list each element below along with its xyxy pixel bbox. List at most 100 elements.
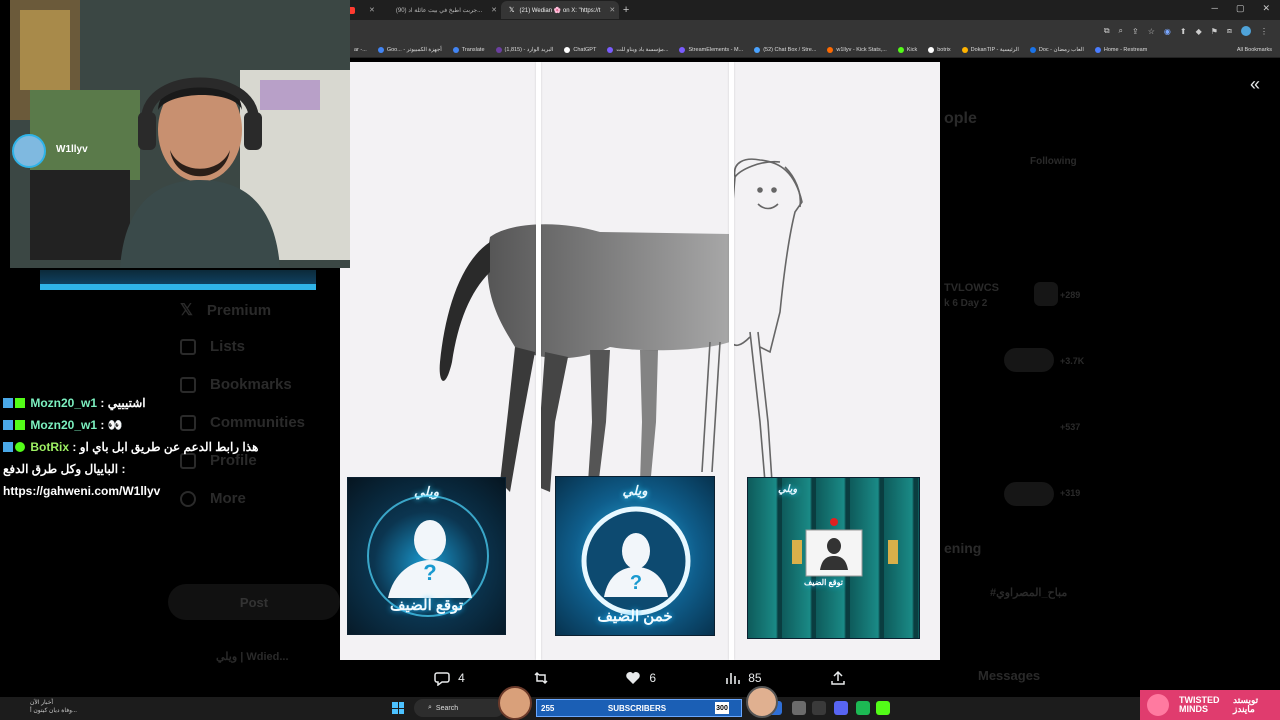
taskbar-search[interactable]: ⌕ Search: [414, 699, 504, 717]
menu-icon[interactable]: ⋮: [1260, 27, 1268, 36]
views-button[interactable]: 85: [724, 670, 762, 686]
bookmark-item[interactable]: (52) Chat Box / Stre...: [754, 46, 816, 53]
count-text: +537: [1060, 422, 1081, 432]
sponsor-banner: TWISTED MINDS تويستد مايندز: [1140, 690, 1280, 720]
spotify-icon[interactable]: [856, 701, 870, 715]
sub-badge-icon: [15, 420, 25, 430]
thumbnail-blur: [1034, 282, 1058, 306]
views-chart-icon: [726, 673, 741, 684]
extension-icon[interactable]: ⬆: [1180, 27, 1187, 36]
share-button[interactable]: [830, 670, 846, 686]
image-divider: [729, 62, 734, 660]
lists-icon: [180, 338, 196, 355]
messages-drawer[interactable]: Messages: [978, 668, 1040, 683]
puzzle-icon[interactable]: ⧈: [1227, 26, 1232, 36]
like-button[interactable]: 6: [625, 670, 656, 686]
bookmark-item[interactable]: مؤسسة باد ويناو للت...: [607, 46, 668, 53]
close-tab-icon[interactable]: ✕: [491, 6, 497, 14]
avatars-blur: [1004, 482, 1054, 506]
close-window-icon[interactable]: ✕: [1262, 3, 1270, 14]
account-name[interactable]: ويلي | Wdied...: [216, 650, 289, 663]
taskbar-app-icon[interactable]: [792, 701, 806, 715]
nav-bookmarks[interactable]: Bookmarks: [180, 376, 292, 393]
streamelements-icon: [679, 46, 686, 53]
bookmark-item[interactable]: ChatGPT: [564, 46, 596, 53]
taskbar-app-icon[interactable]: [876, 701, 890, 715]
guess-guest-thumbnail: ويلي ? توقع الضيف: [347, 477, 506, 635]
dokantip-icon: [961, 46, 968, 53]
chat-link[interactable]: https://gahweni.com/W1llyv: [3, 480, 338, 502]
browser-tab[interactable]: (90) جربت اطبخ في بيت عائلة اد... ✕: [383, 1, 501, 19]
close-tab-icon[interactable]: ✕: [609, 6, 615, 14]
chat-text: : 👀: [100, 418, 123, 432]
bookmarks-bar: ar -... Goo... - أجهزة الكمبيوتر Transla…: [340, 42, 1280, 58]
webcam-feed: W1llyv: [10, 0, 350, 268]
chat-message: Mozn20_w1 : اشتيييي: [3, 392, 338, 414]
subscriber-goal: 300: [715, 702, 729, 714]
windows-start-icon[interactable]: [392, 702, 404, 714]
chat-text: : اشتيييي: [100, 396, 146, 410]
new-tab-icon[interactable]: +: [623, 4, 629, 16]
extension-icon[interactable]: ◆: [1196, 27, 1202, 36]
bookmark-item[interactable]: w1llyv - Kick Stats,...: [827, 46, 887, 53]
guess-guest-thumbnail: ويلي توقع الضيف: [747, 477, 920, 639]
reply-button[interactable]: 4: [434, 670, 465, 686]
minimize-icon[interactable]: ─: [1212, 3, 1218, 14]
bookmark-item[interactable]: Goo... - أجهزة الكمبيوتر: [377, 46, 442, 53]
profile-avatar-icon[interactable]: [1241, 26, 1251, 36]
browser-toolbar: ⧉ ⌕ ⇪ ☆ ◉ ⬆ ◆ ⚑ ⧈ ⋮: [340, 20, 1280, 42]
sub-badge-icon: [15, 398, 25, 408]
close-tab-icon[interactable]: ✕: [369, 6, 375, 14]
docs-icon: [1029, 46, 1036, 53]
bookmark-item[interactable]: البريد الوارد - (1,815): [495, 46, 553, 53]
collapse-panel-icon[interactable]: «: [1250, 74, 1260, 95]
like-count: 6: [649, 671, 656, 685]
news-widget[interactable]: أخبار الآن وفاة ديان كيتون أ...: [30, 699, 77, 715]
kickstats-icon: [827, 46, 834, 53]
channel-name: W1llyv: [56, 144, 88, 155]
zoom-icon[interactable]: ⌕: [1119, 26, 1123, 36]
share-icon: [831, 670, 845, 685]
extension-icon[interactable]: ◉: [1164, 27, 1171, 36]
bookmark-icon: [607, 46, 614, 53]
maximize-icon[interactable]: ▢: [1236, 3, 1245, 14]
nav-premium[interactable]: 𝕏 Premium: [180, 300, 271, 320]
bookmark-item[interactable]: Kick: [897, 46, 917, 53]
nav-lists[interactable]: Lists: [180, 338, 245, 355]
bookmark-item[interactable]: ar -...: [354, 47, 367, 53]
cast-icon[interactable]: ⧉: [1104, 26, 1110, 36]
bookmark-item[interactable]: Doc - العاب رمضان: [1029, 46, 1084, 53]
repost-button[interactable]: [533, 670, 557, 686]
following-button[interactable]: Following: [1030, 156, 1077, 167]
bookmark-item[interactable]: StreamElements - M...: [679, 46, 743, 53]
kick-badge-icon: [3, 398, 13, 408]
bookmark-item[interactable]: botrix: [928, 46, 951, 53]
bookmark-item[interactable]: DokanTIP - الرئيسية: [961, 46, 1019, 53]
section-title: ople: [944, 110, 977, 127]
extension-icon[interactable]: ⚑: [1211, 27, 1218, 36]
tab-title: (21) Wedian 🌸 on X: "https://t: [519, 7, 601, 14]
bookmark-item[interactable]: Translate: [452, 46, 485, 53]
cartoon-mascot-icon: [498, 686, 532, 720]
verified-badge-icon: [15, 442, 25, 452]
restream-icon: [1094, 46, 1101, 53]
browser-tab-active[interactable]: 𝕏 (21) Wedian 🌸 on X: "https://t ✕: [500, 1, 619, 19]
kick-badge-icon: [3, 442, 13, 452]
kick-badge-icon: [3, 420, 13, 430]
svg-text:?: ?: [423, 560, 436, 585]
chat-message: Mozn20_w1 : 👀: [3, 414, 338, 436]
star-icon[interactable]: ☆: [1148, 27, 1155, 36]
section-title: ening: [944, 540, 982, 556]
chat-text: : هذا رابط الدعم عن طريق ابل باي او: [72, 440, 259, 454]
chatbox-icon: [754, 46, 761, 53]
all-bookmarks-button[interactable]: All Bookmarks: [1237, 47, 1272, 53]
taskbar-app-icon[interactable]: [812, 701, 826, 715]
sponsor-name-ar: تويستد مايندز: [1233, 695, 1259, 714]
discord-icon[interactable]: [834, 701, 848, 715]
bookmark-item[interactable]: Home - Restream: [1094, 46, 1147, 53]
reply-icon: [434, 672, 450, 686]
botrix-icon: [928, 46, 935, 53]
post-button[interactable]: Post: [168, 584, 340, 620]
share-icon[interactable]: ⇪: [1132, 27, 1139, 36]
image-divider: [536, 62, 541, 660]
